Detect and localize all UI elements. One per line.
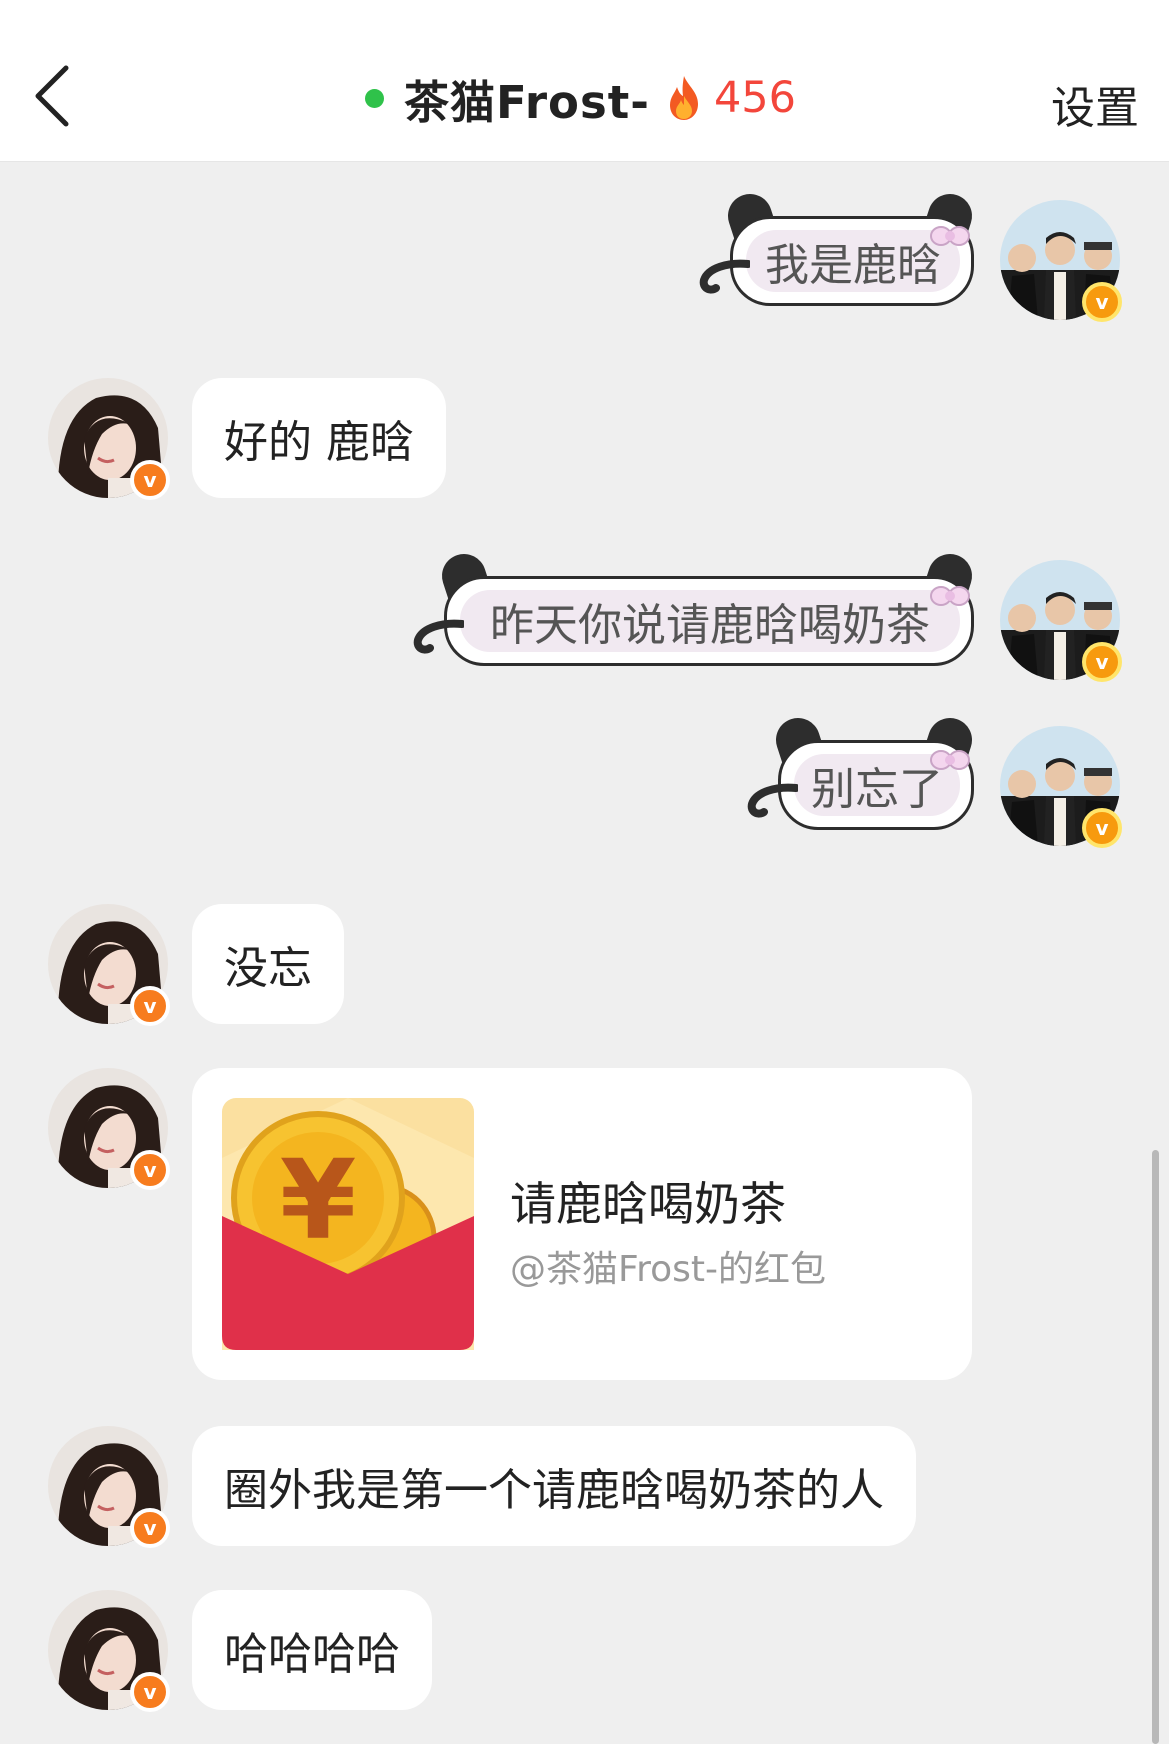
avatar-contact[interactable]: v: [48, 904, 170, 1026]
message-bubble-sent[interactable]: 昨天你说请鹿晗喝奶茶: [412, 548, 978, 666]
cat-tail-icon: [413, 619, 464, 654]
message-text: 没忘: [224, 943, 312, 994]
cat-tail-icon: [747, 783, 798, 818]
avatar-self[interactable]: v: [1000, 200, 1122, 322]
chat-header: 茶猫Frost- 456 设置: [0, 0, 1169, 162]
message-text: 圈外我是第一个请鹿晗喝奶茶的人: [224, 1465, 884, 1516]
scrollbar[interactable]: [1152, 1150, 1159, 1744]
svg-text:¥: ¥: [280, 1136, 357, 1264]
verified-badge-icon: v: [1082, 642, 1122, 682]
verified-badge-icon: v: [130, 1672, 170, 1712]
fire-icon: [669, 76, 698, 120]
cat-tail-icon: [699, 259, 750, 294]
verified-badge-icon: v: [1082, 282, 1122, 322]
message-bubble-received[interactable]: 圈外我是第一个请鹿晗喝奶茶的人: [192, 1426, 916, 1546]
message-bubble-received[interactable]: 没忘: [192, 904, 344, 1024]
verified-badge-icon: v: [130, 460, 170, 500]
settings-button[interactable]: 设置: [1051, 72, 1139, 136]
back-button[interactable]: [30, 60, 80, 132]
message-text: 昨天你说请鹿晗喝奶茶: [490, 600, 930, 651]
chat-title: 茶猫Frost-: [404, 75, 650, 129]
fire-streak-count: 456: [713, 73, 797, 123]
chat-title-group[interactable]: 茶猫Frost- 456: [365, 68, 797, 129]
message-text: 我是鹿晗: [765, 240, 941, 291]
avatar-contact[interactable]: v: [48, 378, 170, 500]
verified-badge-icon: v: [130, 986, 170, 1026]
online-status-dot: [365, 88, 384, 108]
message-bubble-received[interactable]: 哈哈哈哈: [192, 1590, 432, 1710]
avatar-contact[interactable]: v: [48, 1426, 170, 1548]
avatar-contact[interactable]: v: [48, 1068, 170, 1190]
verified-badge-icon: v: [130, 1508, 170, 1548]
avatar-self[interactable]: v: [1000, 726, 1122, 848]
red-packet-sender: @茶猫Frost-的红包: [510, 1249, 826, 1290]
message-text: 哈哈哈哈: [224, 1629, 400, 1680]
message-text: 别忘了: [811, 764, 943, 815]
red-packet-title: 请鹿晗喝奶茶: [510, 1177, 786, 1231]
avatar-contact[interactable]: v: [48, 1590, 170, 1712]
chevron-left-icon: [35, 65, 69, 127]
message-bubble-sent[interactable]: 别忘了: [746, 712, 978, 830]
red-envelope-icon: ¥: [222, 1098, 474, 1350]
message-bubble-sent[interactable]: 我是鹿晗: [698, 188, 978, 306]
verified-badge-icon: v: [130, 1150, 170, 1190]
message-text: 好的 鹿晗: [224, 417, 414, 468]
red-packet-card[interactable]: ¥ 请鹿晗喝奶茶 @茶猫Frost-的红包: [192, 1068, 972, 1380]
avatar-self[interactable]: v: [1000, 560, 1122, 682]
message-bubble-received[interactable]: 好的 鹿晗: [192, 378, 446, 498]
verified-badge-icon: v: [1082, 808, 1122, 848]
